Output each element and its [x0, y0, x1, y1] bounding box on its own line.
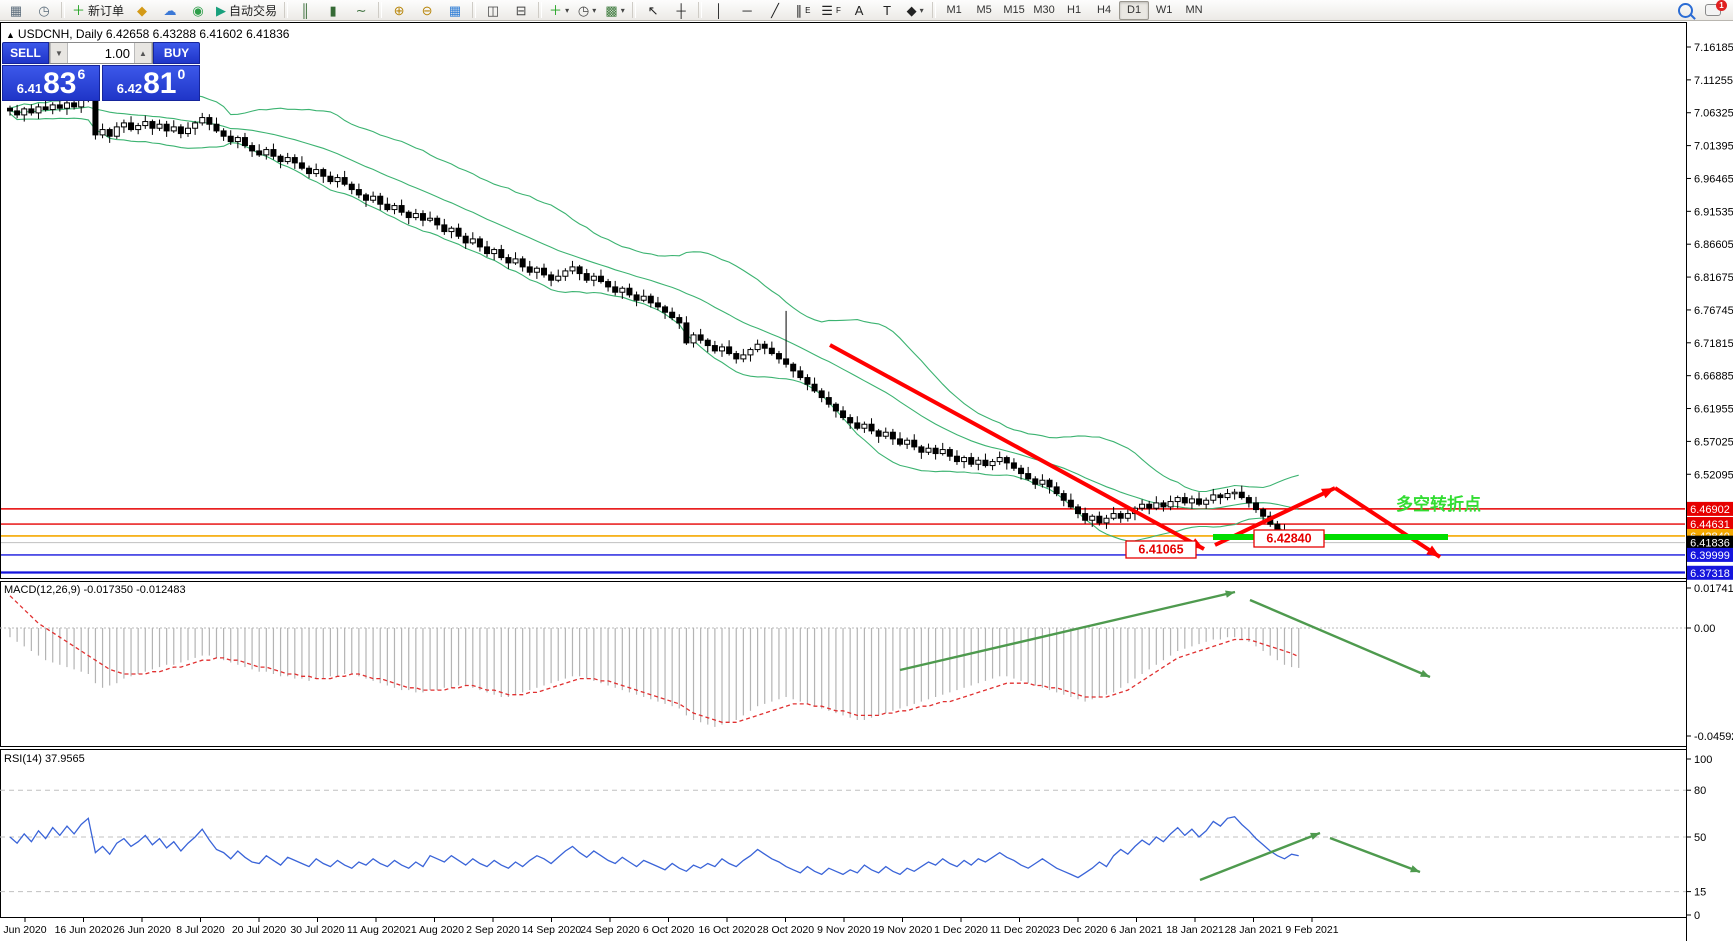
- chart-canvas[interactable]: 7.16185 7.11255 7.06325 7.01395 6.96465 6.915…: [0, 0, 1733, 941]
- date-label[interactable]: 19 Nov 2020: [873, 924, 933, 936]
- svg-text:6.41065: 6.41065: [1138, 543, 1183, 557]
- sell-button[interactable]: SELL: [2, 42, 49, 64]
- date-label[interactable]: 11 Dec 2020: [990, 924, 1049, 936]
- buy-price-small: 6.42: [117, 81, 142, 96]
- date-label[interactable]: 28 Jan 2021: [1225, 924, 1283, 936]
- support-bar[interactable]: [1213, 534, 1448, 540]
- sell-price-sup: 6: [77, 66, 85, 82]
- price-tick-label: 6.86605: [1694, 239, 1733, 251]
- sell-price[interactable]: 6.41 83 6: [2, 65, 100, 101]
- volume-control: ▼ 1.00 ▲: [49, 42, 153, 64]
- date-label[interactable]: 8 Jul 2020: [176, 924, 225, 936]
- date-label[interactable]: Jun 2020: [3, 924, 46, 936]
- date-label[interactable]: 6 Oct 2020: [643, 924, 695, 936]
- date-label[interactable]: 23 Dec 2020: [1048, 924, 1108, 936]
- sell-price-big: 83: [43, 70, 76, 98]
- date-label[interactable]: 18 Jan 2021: [1166, 924, 1224, 936]
- rsi-panel-frame: [1, 750, 1687, 918]
- date-label[interactable]: 14 Sep 2020: [522, 924, 582, 936]
- macd-axis-label: 0.00: [1694, 623, 1715, 635]
- svg-text:6.39999: 6.39999: [1690, 550, 1730, 562]
- volume-input[interactable]: 1.00: [68, 43, 134, 63]
- date-label[interactable]: 6 Jan 2021: [1111, 924, 1163, 936]
- pivot-point-text[interactable]: 多空转折点: [1396, 494, 1481, 514]
- rsi-axis-label: 50: [1694, 832, 1706, 844]
- macd-axis-label: -0.045929: [1694, 731, 1733, 743]
- rsi-axis-label: 100: [1694, 754, 1712, 766]
- price-tick-label: 6.76745: [1694, 305, 1733, 317]
- mt4-terminal: { "toolbar": { "buttons": [ {"name":"cha…: [0, 0, 1733, 941]
- price-tick-label: 6.71815: [1694, 338, 1733, 350]
- buy-price-sup: 0: [177, 66, 185, 82]
- macd-indicator-label: MACD(12,26,9) -0.017350 -0.012483: [4, 584, 186, 596]
- date-label[interactable]: 16 Oct 2020: [698, 924, 755, 936]
- price-tick-label: 7.01395: [1694, 141, 1733, 153]
- buy-price[interactable]: 6.42 81 0: [102, 65, 200, 101]
- collapse-arrow-icon[interactable]: ▲: [6, 30, 15, 40]
- price-badge-6.37318: 6.37318: [1687, 566, 1733, 580]
- rsi-axis-label: 0: [1694, 910, 1700, 922]
- date-label[interactable]: 21 Aug 2020: [405, 924, 464, 936]
- rsi-axis-label: 80: [1694, 785, 1706, 797]
- price-badge-6.46902: 6.46902: [1687, 502, 1733, 516]
- price-badge-6.41836: 6.41836: [1687, 536, 1733, 550]
- buy-button[interactable]: BUY: [153, 42, 200, 64]
- date-label[interactable]: 28 Oct 2020: [757, 924, 814, 936]
- price-tick-label: 6.81675: [1694, 272, 1733, 284]
- volume-down-button[interactable]: ▼: [50, 43, 68, 63]
- price-tick-label: 6.52095: [1694, 469, 1733, 481]
- date-label[interactable]: 9 Nov 2020: [817, 924, 871, 936]
- date-label[interactable]: 16 Jun 2020: [55, 924, 113, 936]
- svg-text:6.42840: 6.42840: [1266, 532, 1311, 546]
- symbol-ohlc-label: USDCNH, Daily 6.42658 6.43288 6.41602 6.…: [18, 27, 290, 41]
- price-tick-label: 6.91535: [1694, 206, 1733, 218]
- price-tick-label: 7.06325: [1694, 108, 1733, 120]
- volume-up-button[interactable]: ▲: [134, 43, 152, 63]
- price-tick-label: 7.11255: [1694, 75, 1733, 87]
- rsi-axis-label: 15: [1694, 887, 1706, 899]
- price-tick-label: 6.96465: [1694, 173, 1733, 185]
- date-label[interactable]: 11 Aug 2020: [347, 924, 405, 936]
- date-label[interactable]: 20 Jul 2020: [232, 924, 286, 936]
- rsi-indicator-label: RSI(14) 37.9565: [4, 753, 85, 765]
- date-label[interactable]: 1 Dec 2020: [934, 924, 988, 936]
- chart-title: ▲USDCNH, Daily 6.42658 6.43288 6.41602 6…: [6, 27, 289, 41]
- price-box-6.41065[interactable]: 6.41065: [1126, 541, 1196, 558]
- date-label[interactable]: 9 Feb 2021: [1285, 924, 1338, 936]
- macd-axis-label: 0.017414: [1694, 583, 1733, 595]
- svg-text:6.37318: 6.37318: [1690, 568, 1730, 580]
- price-tick-label: 6.57025: [1694, 436, 1733, 448]
- date-label[interactable]: 2 Sep 2020: [466, 924, 520, 936]
- price-badge-6.39999: 6.39999: [1687, 548, 1733, 562]
- price-badge-6.44631: 6.44631: [1687, 517, 1733, 531]
- price-box-6.42840[interactable]: 6.42840: [1254, 530, 1324, 547]
- svg-text:6.46902: 6.46902: [1690, 504, 1730, 516]
- price-tick-label: 7.16185: [1694, 42, 1733, 54]
- one-click-trading-panel: SELL ▼ 1.00 ▲ BUY 6.41 83 6 6.42 81 0: [2, 42, 200, 101]
- sell-price-small: 6.41: [17, 81, 42, 96]
- date-label[interactable]: 24 Sep 2020: [580, 924, 640, 936]
- buy-price-big: 81: [143, 70, 176, 98]
- price-tick-label: 6.66885: [1694, 371, 1733, 383]
- date-label[interactable]: 30 Jul 2020: [290, 924, 344, 936]
- price-tick-label: 6.61955: [1694, 404, 1733, 416]
- svg-text:6.41836: 6.41836: [1690, 538, 1730, 550]
- date-label[interactable]: 26 Jun 2020: [113, 924, 171, 936]
